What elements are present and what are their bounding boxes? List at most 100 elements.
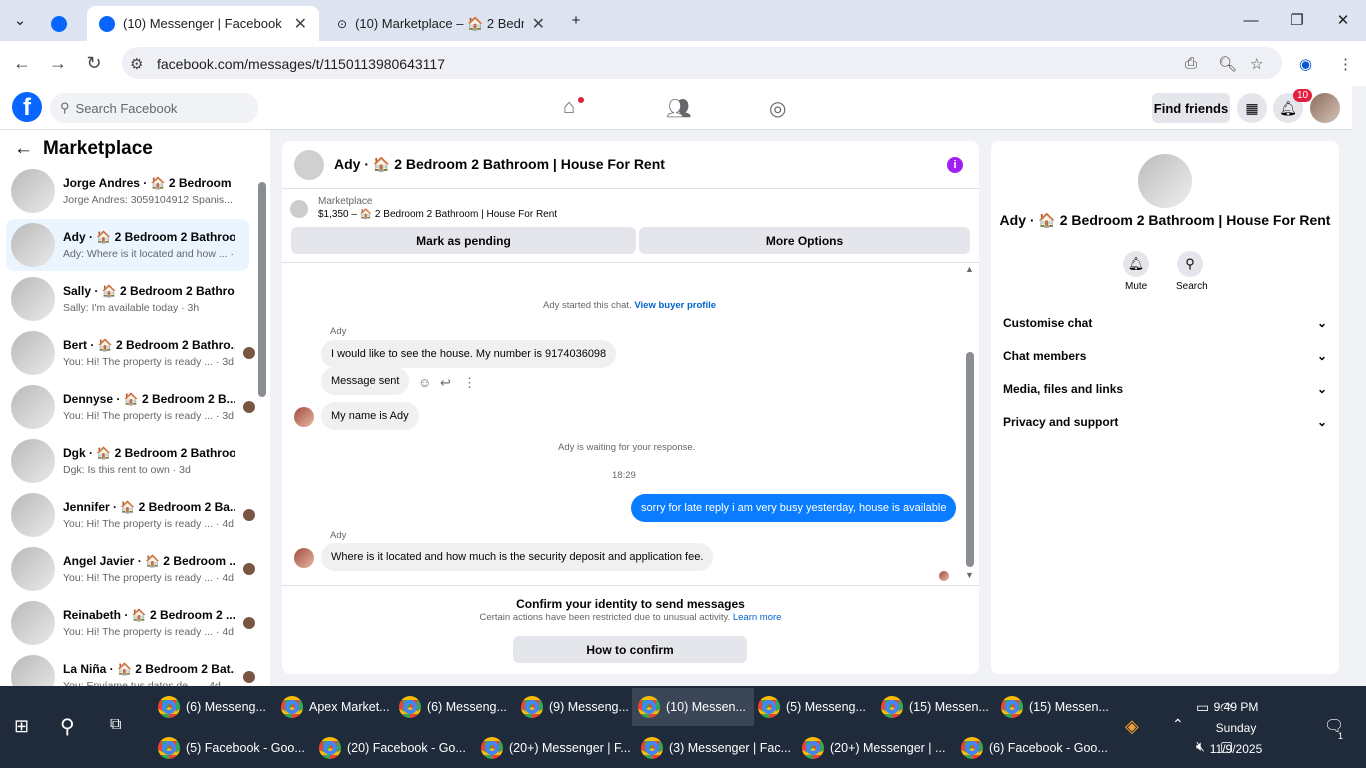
chat-title[interactable]: Ady · 🏠 2 Bedroom 2 Bathroom | House For… (334, 156, 665, 173)
taskbar-window-button[interactable]: (20+) Messenger | F... (475, 729, 639, 767)
chat-info-title: Ady · 🏠 2 Bedroom 2 Bathroom | House For… (999, 212, 1331, 228)
reply-icon[interactable]: ↩ (440, 375, 451, 391)
facebook-logo-icon[interactable]: f (12, 92, 42, 122)
media-files-links-item[interactable]: Media, files and links ⌄ (1003, 382, 1327, 396)
taskbar-window-button[interactable]: (5) Messeng... (752, 688, 874, 726)
listing-info[interactable]: Marketplace $1,350 – 🏠 2 Bedroom 2 Bathr… (290, 196, 557, 220)
message-bubble[interactable]: I would like to see the house. My number… (321, 340, 617, 368)
outgoing-message-bubble[interactable]: sorry for late reply i am very busy yest… (631, 494, 957, 522)
taskbar-window-button[interactable]: Apex Market... (275, 688, 398, 726)
message-bubble[interactable]: Message sent (321, 367, 410, 395)
taskbar-window-button[interactable]: (9) Messeng... (515, 688, 637, 726)
menu-grid-icon[interactable]: ▦ (1237, 93, 1267, 123)
menu-dots-icon[interactable]: ⋮ (1338, 55, 1353, 73)
zoom-icon[interactable]: 🔍︎ (1218, 55, 1237, 73)
bookmark-star-icon[interactable]: ☆ (1250, 55, 1263, 73)
taskbar-window-button[interactable]: (10) Messen... (632, 688, 754, 726)
site-info-icon[interactable]: ⚙ (130, 55, 143, 73)
taskbar-window-label: (5) Facebook - Goo... (186, 741, 305, 755)
more-options-button[interactable]: More Options (639, 227, 970, 254)
system-clock[interactable]: 9:49 PM Sunday 11/9/2025 (1196, 697, 1276, 760)
conversation-item[interactable]: Bert · 🏠 2 Bedroom 2 Bathro... You: Hi! T… (6, 327, 255, 379)
search-icon[interactable]: ⚲ (1177, 251, 1203, 277)
tab-messenger[interactable]: (10) Messenger | Facebook ✕ (87, 6, 319, 41)
close-tab-icon[interactable]: ✕ (294, 14, 307, 34)
tab-title: (10) Messenger | Facebook (123, 16, 282, 31)
react-emoji-icon[interactable]: ☺ (418, 375, 431, 390)
message-bubble[interactable]: Where is it located and how much is the … (321, 543, 714, 571)
restore-icon[interactable]: ❐ (1274, 0, 1320, 40)
home-icon[interactable]: ⌂ (563, 96, 575, 119)
thread-scrollbar[interactable] (966, 352, 974, 567)
reload-icon[interactable]: ↻ (79, 48, 109, 78)
conversation-item[interactable]: Angel Javier · 🏠 2 Bedroom ... You: Hi! T… (6, 543, 255, 595)
back-icon[interactable]: ← (7, 48, 37, 78)
chat-members-item[interactable]: Chat members ⌄ (1003, 349, 1327, 363)
mark-as-pending-button[interactable]: Mark as pending (291, 227, 636, 254)
conversation-item[interactable]: Ady · 🏠 2 Bedroom 2 Bathroo... Ady: Where… (6, 219, 249, 271)
avatar[interactable] (1310, 93, 1340, 123)
search-icon[interactable]: ⚲ (60, 714, 75, 739)
mute-bell-icon[interactable]: 🔔︎ (1123, 251, 1149, 277)
search-placeholder: Search Facebook (75, 100, 178, 116)
conversation-item[interactable]: Jennifer · 🏠 2 Bedroom 2 Ba... You: Hi! T… (6, 489, 255, 541)
scroll-up-icon[interactable]: ▲ (965, 264, 974, 274)
taskbar-window-button[interactable]: (20) Facebook - Go... (313, 729, 474, 767)
conversation-item[interactable]: Dgk · 🏠 2 Bedroom 2 Bathroo... Dgk: Is th… (6, 435, 249, 487)
scroll-down-icon[interactable]: ▼ (965, 570, 974, 580)
url-text[interactable]: facebook.com/messages/t/1150113980643117 (157, 56, 445, 72)
conversation-item[interactable]: Sally · 🏠 2 Bedroom 2 Bathroo... Sally: I… (6, 273, 249, 325)
taskbar-window-button[interactable]: (6) Messeng... (152, 688, 274, 726)
conversation-avatar (11, 169, 55, 213)
show-hidden-icons-icon[interactable]: ⌃ (1172, 716, 1184, 733)
profile-icon[interactable]: ◉ (1299, 55, 1312, 73)
taskbar-window-label: (15) Messen... (909, 700, 989, 714)
search-input[interactable]: ⚲ Search Facebook (50, 93, 258, 123)
view-buyer-profile-link[interactable]: View buyer profile (634, 300, 716, 311)
info-icon[interactable]: i (947, 157, 963, 173)
sender-name: Ady (330, 326, 347, 337)
taskbar-window-label: (15) Messen... (1029, 700, 1109, 714)
new-tab-icon[interactable]: + (553, 0, 599, 40)
conversation-item[interactable]: Dennyse · 🏠 2 Bedroom 2 B... You: Hi! The… (6, 381, 255, 433)
more-actions-icon[interactable]: ⋮ (463, 375, 476, 391)
taskbar-window-button[interactable]: (6) Facebook - Goo... (955, 729, 1116, 767)
customise-chat-item[interactable]: Customise chat ⌄ (1003, 316, 1327, 330)
minimize-icon[interactable]: — (1228, 0, 1274, 40)
taskbar-window-button[interactable]: (3) Messenger | Fac... (635, 729, 799, 767)
taskbar-window-button[interactable]: (6) Messeng... (393, 688, 515, 726)
conversation-preview: You: Hi! The property is ready ... · 3d (63, 356, 235, 368)
friends-icon[interactable]: 👥︎ (666, 96, 691, 121)
listing-price-title: $1,350 – 🏠 2 Bedroom 2 Bathroom | House … (318, 209, 558, 220)
chat-info-avatar[interactable] (1138, 154, 1192, 208)
how-to-confirm-button[interactable]: How to confirm (513, 636, 747, 663)
groups-icon[interactable]: ◎ (769, 96, 786, 121)
taskbar-window-button[interactable]: (20+) Messenger | ... (796, 729, 953, 767)
tab-marketplace[interactable]: ⊙ (10) Marketplace – 🏠 2 Bedroo ✕ (325, 6, 557, 41)
chat-avatar[interactable] (294, 149, 324, 180)
waiting-note: Ady is waiting for your response. (558, 442, 696, 453)
tab-search-chevron-icon[interactable]: ⌄ (0, 0, 40, 40)
tab-facebook-pinned[interactable] (45, 6, 79, 41)
conversation-item[interactable]: Jorge Andres · 🏠 2 Bedroom 2 ... Jorge An… (6, 165, 249, 217)
message-bubble[interactable]: My name is Ady (321, 402, 419, 430)
taskbar-window-button[interactable]: (5) Facebook - Goo... (152, 729, 313, 767)
forward-icon[interactable]: → (43, 48, 73, 78)
taskbar-window-button[interactable]: (15) Messen... (875, 688, 997, 726)
install-app-icon[interactable]: ⎙ (1185, 55, 1197, 72)
conversation-item[interactable]: Reinabeth · 🏠 2 Bedroom 2 ... You: Hi! Th… (6, 597, 255, 649)
back-arrow-icon[interactable]: ← (14, 138, 33, 160)
taskbar-window-button[interactable]: (15) Messen... (995, 688, 1117, 726)
sidebar-scrollbar[interactable] (258, 182, 266, 397)
tab-title: (10) Marketplace – 🏠 2 Bedroo (355, 15, 524, 31)
privacy-support-item[interactable]: Privacy and support ⌄ (1003, 415, 1327, 429)
sender-avatar[interactable] (294, 548, 314, 568)
task-view-icon[interactable]: ⧉ (110, 716, 121, 734)
find-friends-button[interactable]: Find friends (1152, 93, 1230, 123)
app-tray-icon[interactable]: ◈ (1125, 716, 1139, 737)
learn-more-link[interactable]: Learn more (733, 612, 782, 623)
windows-start-icon[interactable]: ⊞ (14, 716, 29, 737)
close-window-icon[interactable]: ✕ (1320, 0, 1366, 40)
close-tab-icon[interactable]: ✕ (532, 14, 545, 34)
sender-avatar[interactable] (294, 407, 314, 427)
